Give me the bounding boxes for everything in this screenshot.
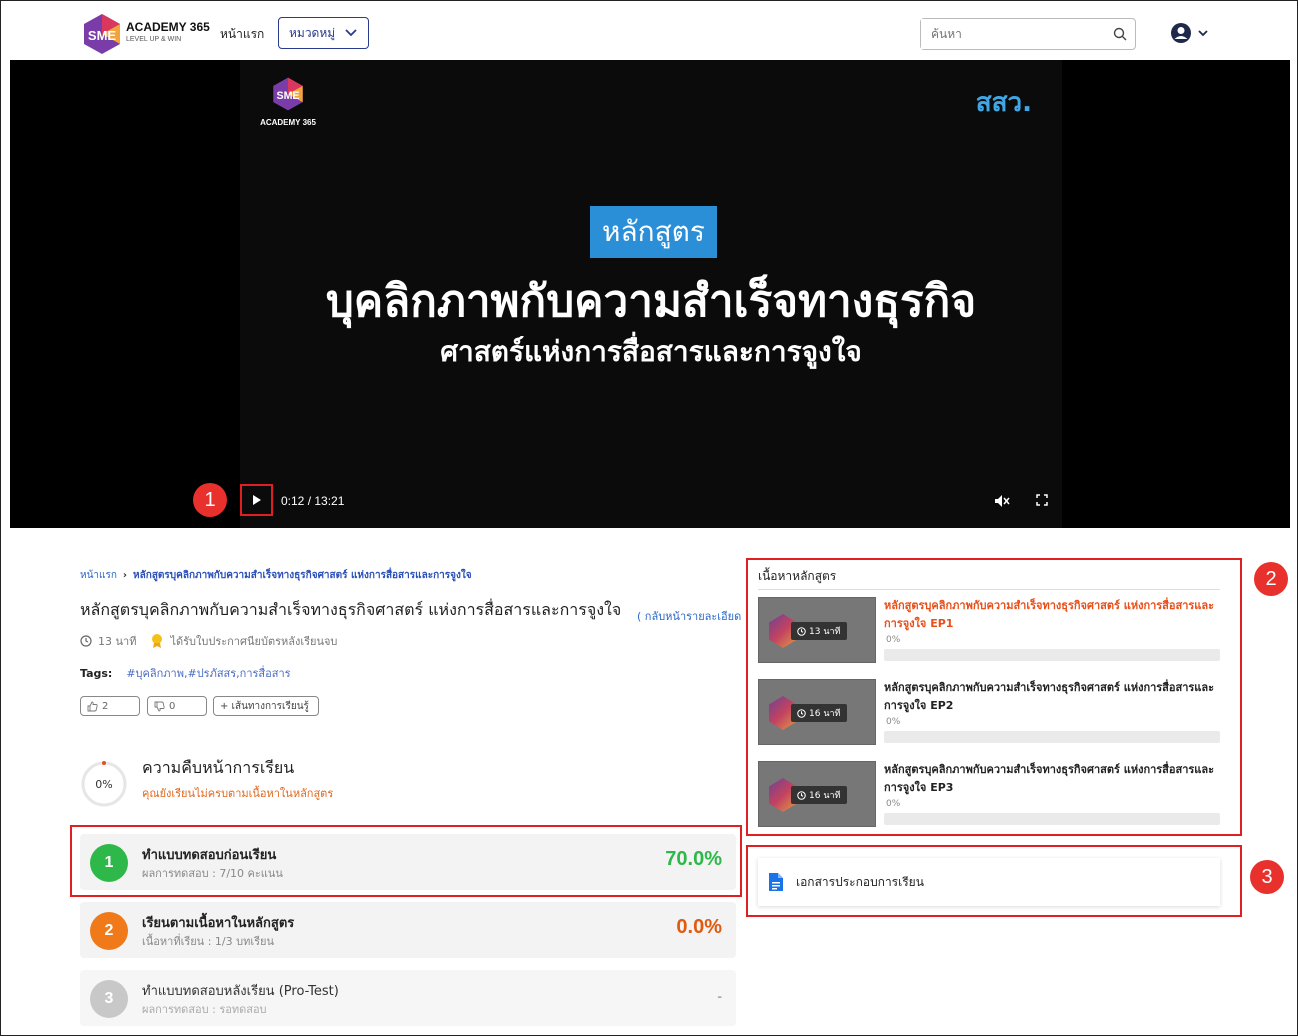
- step-title: ทำแบบทดสอบหลังเรียน (Pro-Test): [142, 984, 339, 999]
- logo-mark: SME: [88, 28, 117, 43]
- step-title: เรียนตามเนื้อหาในหลักสูตร: [142, 916, 295, 931]
- step-number: 2: [90, 912, 128, 950]
- step-score: -: [717, 988, 722, 1004]
- like-button[interactable]: 2: [80, 696, 140, 716]
- like-count: 2: [102, 700, 109, 712]
- breadcrumb-current[interactable]: หลักสูตรบุคลิกภาพกับความสำเร็จทางธุรกิจศ…: [133, 570, 472, 581]
- category-dropdown[interactable]: หมวดหมู่: [278, 17, 369, 49]
- chevron-down-icon: [1198, 29, 1208, 36]
- step-score: 0.0%: [676, 916, 722, 938]
- progress-note: คุณยังเรียนไม่ครบตามเนื้อหาในหลักสูตร: [142, 787, 334, 800]
- video-badge: หลักสูตร: [590, 206, 717, 258]
- step-lessons[interactable]: 2 เรียนตามเนื้อหาในหลักสูตร เนื้อหาที่เร…: [80, 902, 736, 958]
- dislike-button[interactable]: 0: [147, 696, 207, 716]
- logo-text: ACADEMY 365: [126, 20, 210, 34]
- video-brand: สสว.: [975, 88, 1032, 118]
- step-subtitle: ผลการทดสอบ : รอทดสอบ: [142, 1003, 267, 1016]
- video-frame: SME ACADEMY 365 สสว. หลักสูตร บุคลิกภาพก…: [240, 60, 1062, 528]
- progress-title: ความคืบหน้าการเรียน: [142, 758, 295, 777]
- certificate-icon: [152, 634, 163, 648]
- top-navbar: SME ACADEMY 365 LEVEL UP & WIN หน้าแรก ห…: [10, 8, 1290, 60]
- tags-label: Tags:: [80, 667, 113, 680]
- dislike-count: 0: [169, 700, 176, 712]
- add-learning-path-button[interactable]: + เส้นทางการเรียนรู้: [213, 696, 319, 716]
- svg-text:SME: SME: [276, 90, 299, 102]
- video-logo: SME ACADEMY 365: [258, 76, 318, 127]
- search-icon[interactable]: [1113, 27, 1127, 41]
- video-player[interactable]: SME ACADEMY 365 สสว. หลักสูตร บุคลิกภาพก…: [10, 60, 1290, 528]
- course-title: หลักสูตรบุคลิกภาพกับความสำเร็จทางธุรกิจศ…: [80, 600, 622, 619]
- mute-icon[interactable]: [994, 494, 1010, 508]
- marker-2: 2: [1254, 562, 1288, 596]
- thumbs-down-icon: [154, 701, 165, 711]
- tags-value[interactable]: #บุคลิกภาพ,#ปรภัสสร,การสื่อสาร: [126, 667, 290, 680]
- marker-3: 3: [1250, 860, 1284, 894]
- category-label: หมวดหมู่: [289, 25, 336, 40]
- video-logo-sub: ACADEMY 365: [260, 118, 316, 127]
- thumbs-up-icon: [87, 701, 98, 711]
- search-box[interactable]: [920, 18, 1136, 50]
- breadcrumb-separator: ›: [122, 570, 128, 581]
- highlight-box-2: [746, 558, 1242, 836]
- sme-logo-icon[interactable]: SME: [80, 12, 124, 56]
- video-subtitle: ศาสตร์แห่งการสื่อสารและการจูงใจ: [440, 335, 862, 368]
- course-meta: 13 นาที ได้รับใบประกาศนียบัตรหลังเรียนจบ: [80, 632, 337, 650]
- chevron-down-icon: [345, 29, 357, 37]
- marker-1: 1: [193, 483, 227, 517]
- search-input[interactable]: [921, 19, 1091, 49]
- video-title: บุคลิกภาพกับความสำเร็จทางธุรกิจ: [325, 276, 977, 327]
- nav-home-link[interactable]: หน้าแรก: [220, 25, 264, 44]
- logo-subtext: LEVEL UP & WIN: [126, 36, 182, 43]
- breadcrumb-home[interactable]: หน้าแรก: [80, 570, 117, 581]
- highlight-box-1: [70, 825, 742, 897]
- step-posttest[interactable]: 3 ทำแบบทดสอบหลังเรียน (Pro-Test) ผลการทด…: [80, 970, 736, 1026]
- clock-icon: [80, 635, 92, 647]
- step-subtitle: เนื้อหาที่เรียน : 1/3 บทเรียน: [142, 935, 274, 948]
- progress-percent: 0%: [95, 778, 112, 791]
- highlight-box-3: [746, 845, 1242, 917]
- fullscreen-icon[interactable]: [1036, 494, 1048, 506]
- progress-ring: 0%: [81, 761, 127, 807]
- sme-logo-icon: SME: [273, 77, 303, 111]
- step-number: 3: [90, 980, 128, 1018]
- breadcrumb: หน้าแรก › หลักสูตรบุคลิกภาพกับความสำเร็จทา…: [80, 568, 472, 583]
- tags-row: Tags: #บุคลิกภาพ,#ปรภัสสร,การสื่อสาร: [80, 664, 291, 682]
- certificate-text: ได้รับใบประกาศนียบัตรหลังเรียนจบ: [170, 635, 338, 648]
- back-to-detail-link[interactable]: ( กลับหน้ารายละเอียด: [637, 607, 741, 625]
- user-menu[interactable]: [1170, 22, 1208, 44]
- play-icon: [252, 495, 261, 505]
- video-time: 0:12 / 13:21: [281, 494, 345, 508]
- course-duration: 13 นาที: [98, 635, 137, 648]
- play-button[interactable]: [240, 484, 273, 516]
- user-avatar-icon: [1171, 23, 1191, 43]
